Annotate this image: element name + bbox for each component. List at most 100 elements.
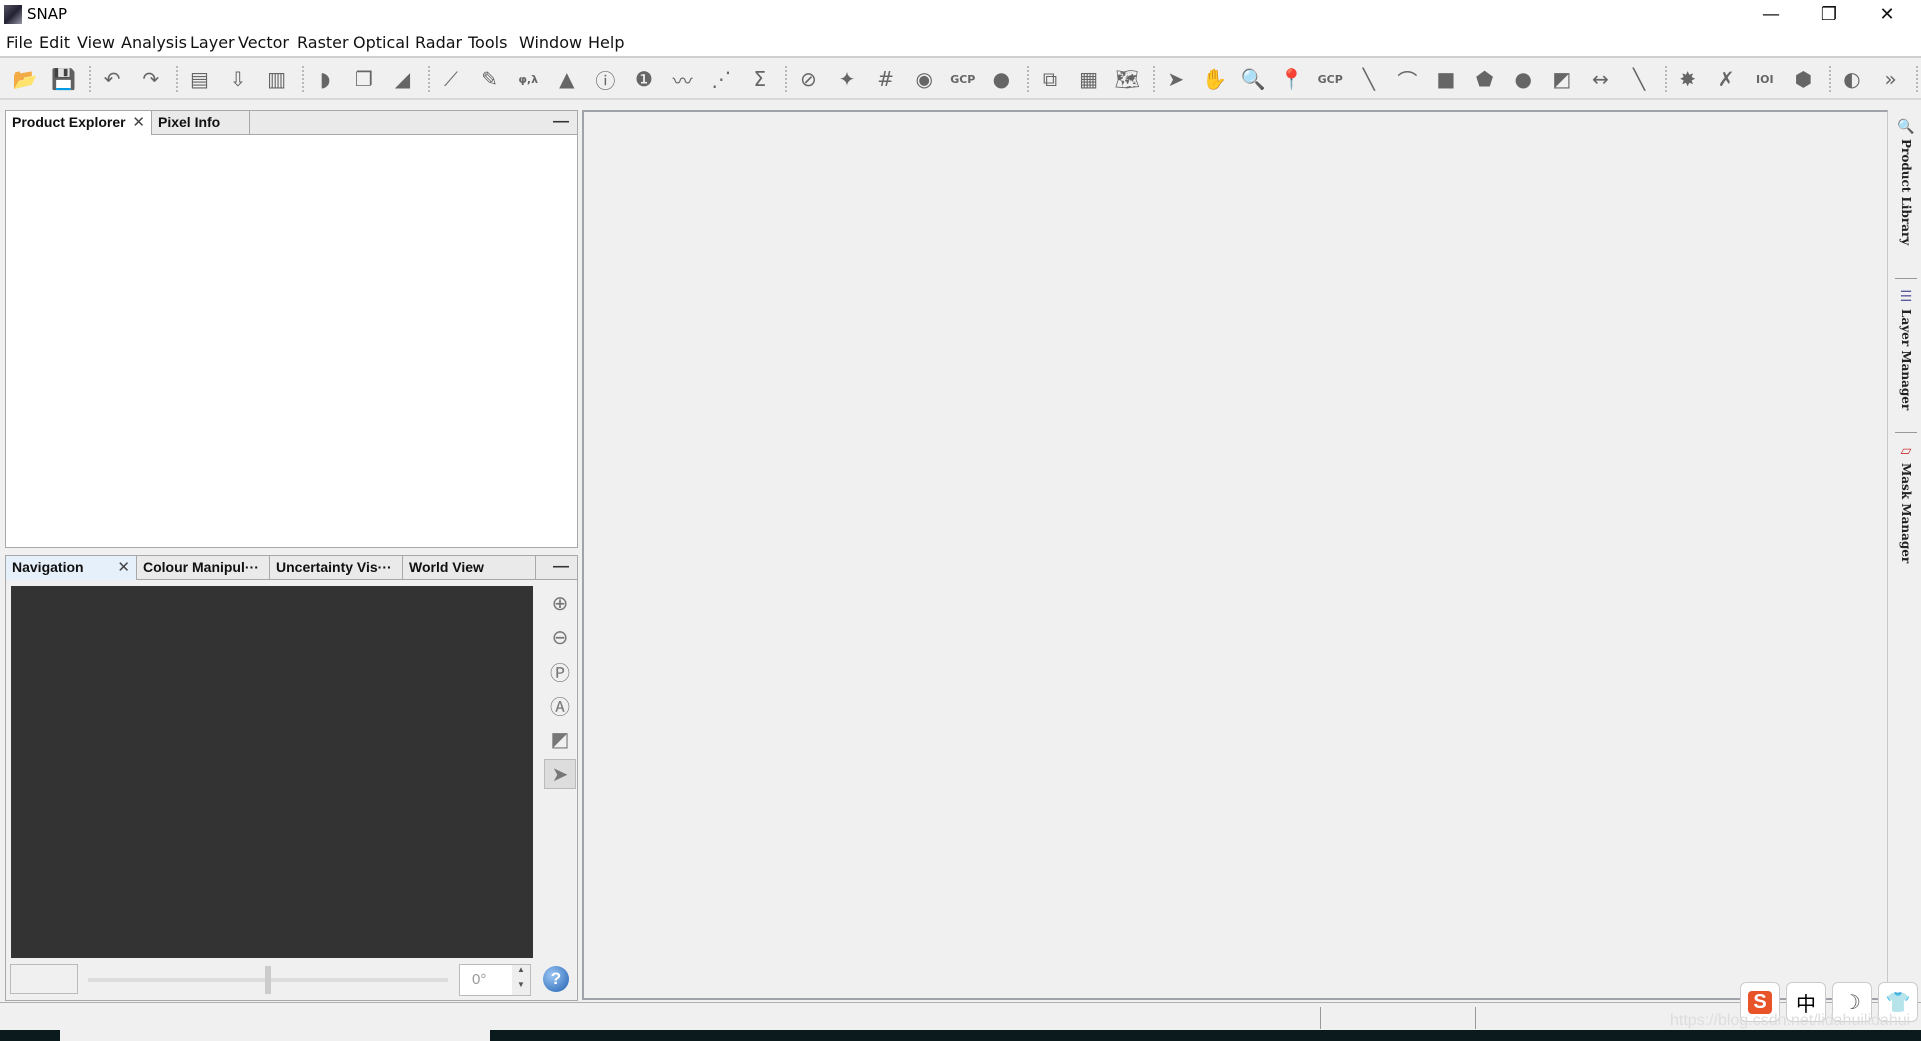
zoom-all-icon[interactable]: Ⓐ [544, 690, 576, 720]
navigation-panel: Navigation ✕ Colour Manipul··· Uncertain… [5, 555, 578, 1001]
spectrum-button[interactable]: 〰 [668, 65, 698, 93]
select-tool-button[interactable]: ➤ [1161, 65, 1191, 93]
spinner-down[interactable]: ▼ [512, 980, 530, 995]
image-view-button[interactable]: ❐ [349, 65, 379, 93]
rgb-image-button[interactable]: ◗ [310, 65, 340, 93]
menu-vector[interactable]: Vector [238, 33, 289, 52]
pin-placing-tool-button[interactable]: 📍 [1277, 65, 1307, 93]
new-product-button[interactable]: ▤ [184, 65, 214, 93]
menu-help[interactable]: Help [588, 33, 624, 52]
batch-processing-button[interactable]: ▦ [1074, 65, 1104, 93]
cluster-tool-button[interactable]: ⬢ [1788, 65, 1818, 93]
menu-raster[interactable]: Raster [297, 33, 349, 52]
tab-navigation[interactable]: Navigation ✕ [6, 556, 137, 580]
star-tool-button[interactable]: ✸ [1673, 65, 1703, 93]
overlay-graticule-icon: # [877, 67, 894, 91]
close-icon[interactable]: ✕ [117, 558, 130, 576]
overlay-graticule-button[interactable]: # [871, 65, 901, 93]
overlay-gcp-button[interactable]: GCP [948, 65, 978, 93]
minimize-panel-button[interactable]: — [553, 113, 569, 131]
graph-builder-button[interactable]: ⧉ [1035, 65, 1065, 93]
sync-views-icon[interactable]: ◩ [544, 724, 576, 754]
line-drawing-tool-button[interactable]: ╲ [1354, 65, 1384, 93]
zoom-out-icon[interactable]: ⊖ [544, 622, 576, 652]
redo-button[interactable]: ↷ [136, 65, 166, 93]
binary-tool-button[interactable]: IOI [1750, 65, 1780, 93]
line-drawing-tool-icon: ╲ [1362, 67, 1375, 91]
restore-button[interactable]: ❐ [1800, 0, 1858, 29]
close-icon[interactable]: ✕ [132, 113, 145, 131]
rotation-slider-thumb[interactable] [265, 966, 271, 994]
menu-radar[interactable]: Radar [415, 33, 462, 52]
wave-button[interactable]: ◢ [387, 65, 417, 93]
color-manipulation-button[interactable]: ◐ [1837, 65, 1867, 93]
undo-button[interactable]: ↶ [97, 65, 127, 93]
insert-figure-tool-button[interactable]: ◩ [1547, 65, 1577, 93]
help-icon[interactable]: ? [543, 966, 569, 992]
overlay-no-data-button[interactable]: ⊘ [793, 65, 823, 93]
sidebar-mask-manager[interactable]: ▱ Mask Manager [1893, 442, 1919, 563]
world-map-button[interactable]: 🗺 [1112, 65, 1142, 93]
tab-label: Pixel Info [158, 114, 221, 130]
magic-wand-tool-button[interactable]: ╲ [1624, 65, 1654, 93]
toolbar-separator [428, 66, 430, 92]
overlay-pin-manager-button[interactable]: ◉ [909, 65, 939, 93]
more-button[interactable]: » [1876, 65, 1906, 93]
band-maths-icon: ✎ [481, 67, 498, 91]
taskbar-search[interactable] [60, 1030, 490, 1041]
polygon-drawing-tool-button[interactable]: ⬟ [1470, 65, 1500, 93]
rotation-spinner[interactable]: 0° ▲ ▼ [459, 964, 531, 996]
menu-file[interactable]: File [6, 33, 33, 52]
menu-window[interactable]: Window [519, 33, 582, 52]
histogram-button[interactable]: ▲ [552, 65, 582, 93]
information-button[interactable]: ⓘ [590, 65, 620, 93]
zoom-pixel-icon[interactable]: Ⓟ [544, 656, 576, 686]
zoom-tool-button[interactable]: 🔍 [1238, 65, 1268, 93]
menu-tools[interactable]: Tools [468, 33, 507, 52]
band-maths-button[interactable]: ✎ [475, 65, 505, 93]
scale-field[interactable] [10, 964, 78, 994]
menu-analysis[interactable]: Analysis [121, 33, 187, 52]
product-library-icon: 🔍 [1897, 118, 1915, 134]
overlay-pins-button[interactable]: ✦ [832, 65, 862, 93]
gcp-placing-tool-button[interactable]: GCP [1315, 65, 1345, 93]
statistics-button[interactable]: ❶ [629, 65, 659, 93]
spinner-up[interactable]: ▲ [512, 965, 530, 980]
menu-optical[interactable]: Optical [353, 33, 410, 52]
geo-coding-button[interactable]: φ,λ [513, 65, 543, 93]
ellipse-drawing-tool-button[interactable]: ● [1508, 65, 1538, 93]
close-button[interactable]: ✕ [1858, 0, 1916, 29]
rectangle-drawing-tool-button[interactable]: ■ [1431, 65, 1461, 93]
menu-bar: File Edit View Analysis Layer Vector Ras… [0, 29, 1921, 82]
tab-uncertainty-visualisation[interactable]: Uncertainty Vis··· [270, 556, 403, 580]
tab-world-view[interactable]: World View [403, 556, 536, 580]
sidebar-layer-manager[interactable]: ☰ Layer Manager [1893, 288, 1919, 410]
range-finder-tool-button[interactable]: ↔ [1585, 65, 1615, 93]
menu-layer[interactable]: Layer [190, 33, 235, 52]
overlay-world-map-button[interactable]: ● [986, 65, 1016, 93]
sidebar-product-library[interactable]: 🔍 Product Library [1893, 118, 1919, 245]
sync-cursor-icon[interactable]: ➤ [544, 759, 576, 789]
open-product-button[interactable]: 📂 [10, 65, 40, 93]
scatter-plot-button[interactable]: ⋰ [706, 65, 736, 93]
tab-product-explorer[interactable]: Product Explorer ✕ [6, 111, 152, 135]
tab-colour-manipulation[interactable]: Colour Manipul··· [137, 556, 270, 580]
import-product-button[interactable]: ⇩ [223, 65, 253, 93]
minimize-panel-button[interactable]: — [553, 558, 569, 576]
image-view-area[interactable] [582, 110, 1888, 1000]
menu-view[interactable]: View [77, 33, 115, 52]
minimize-button[interactable]: — [1742, 0, 1800, 29]
pan-tool-button[interactable]: ✋ [1199, 65, 1229, 93]
sum-button[interactable]: Σ [745, 65, 775, 93]
navigation-overview-canvas[interactable] [11, 586, 533, 958]
rgb-image-icon: ◗ [319, 67, 331, 91]
profile-plot-button[interactable]: ⟋ [436, 65, 466, 93]
save-product-button[interactable]: 💾 [49, 65, 79, 93]
menu-edit[interactable]: Edit [39, 33, 70, 52]
export-product-button[interactable]: ▥ [262, 65, 292, 93]
product-tree[interactable] [6, 135, 577, 547]
polyline-drawing-tool-button[interactable]: ⌒ [1392, 65, 1422, 93]
zoom-in-icon[interactable]: ⊕ [544, 588, 576, 618]
xy-tool-button[interactable]: ✗ [1711, 65, 1741, 93]
tab-pixel-info[interactable]: Pixel Info [152, 111, 250, 135]
